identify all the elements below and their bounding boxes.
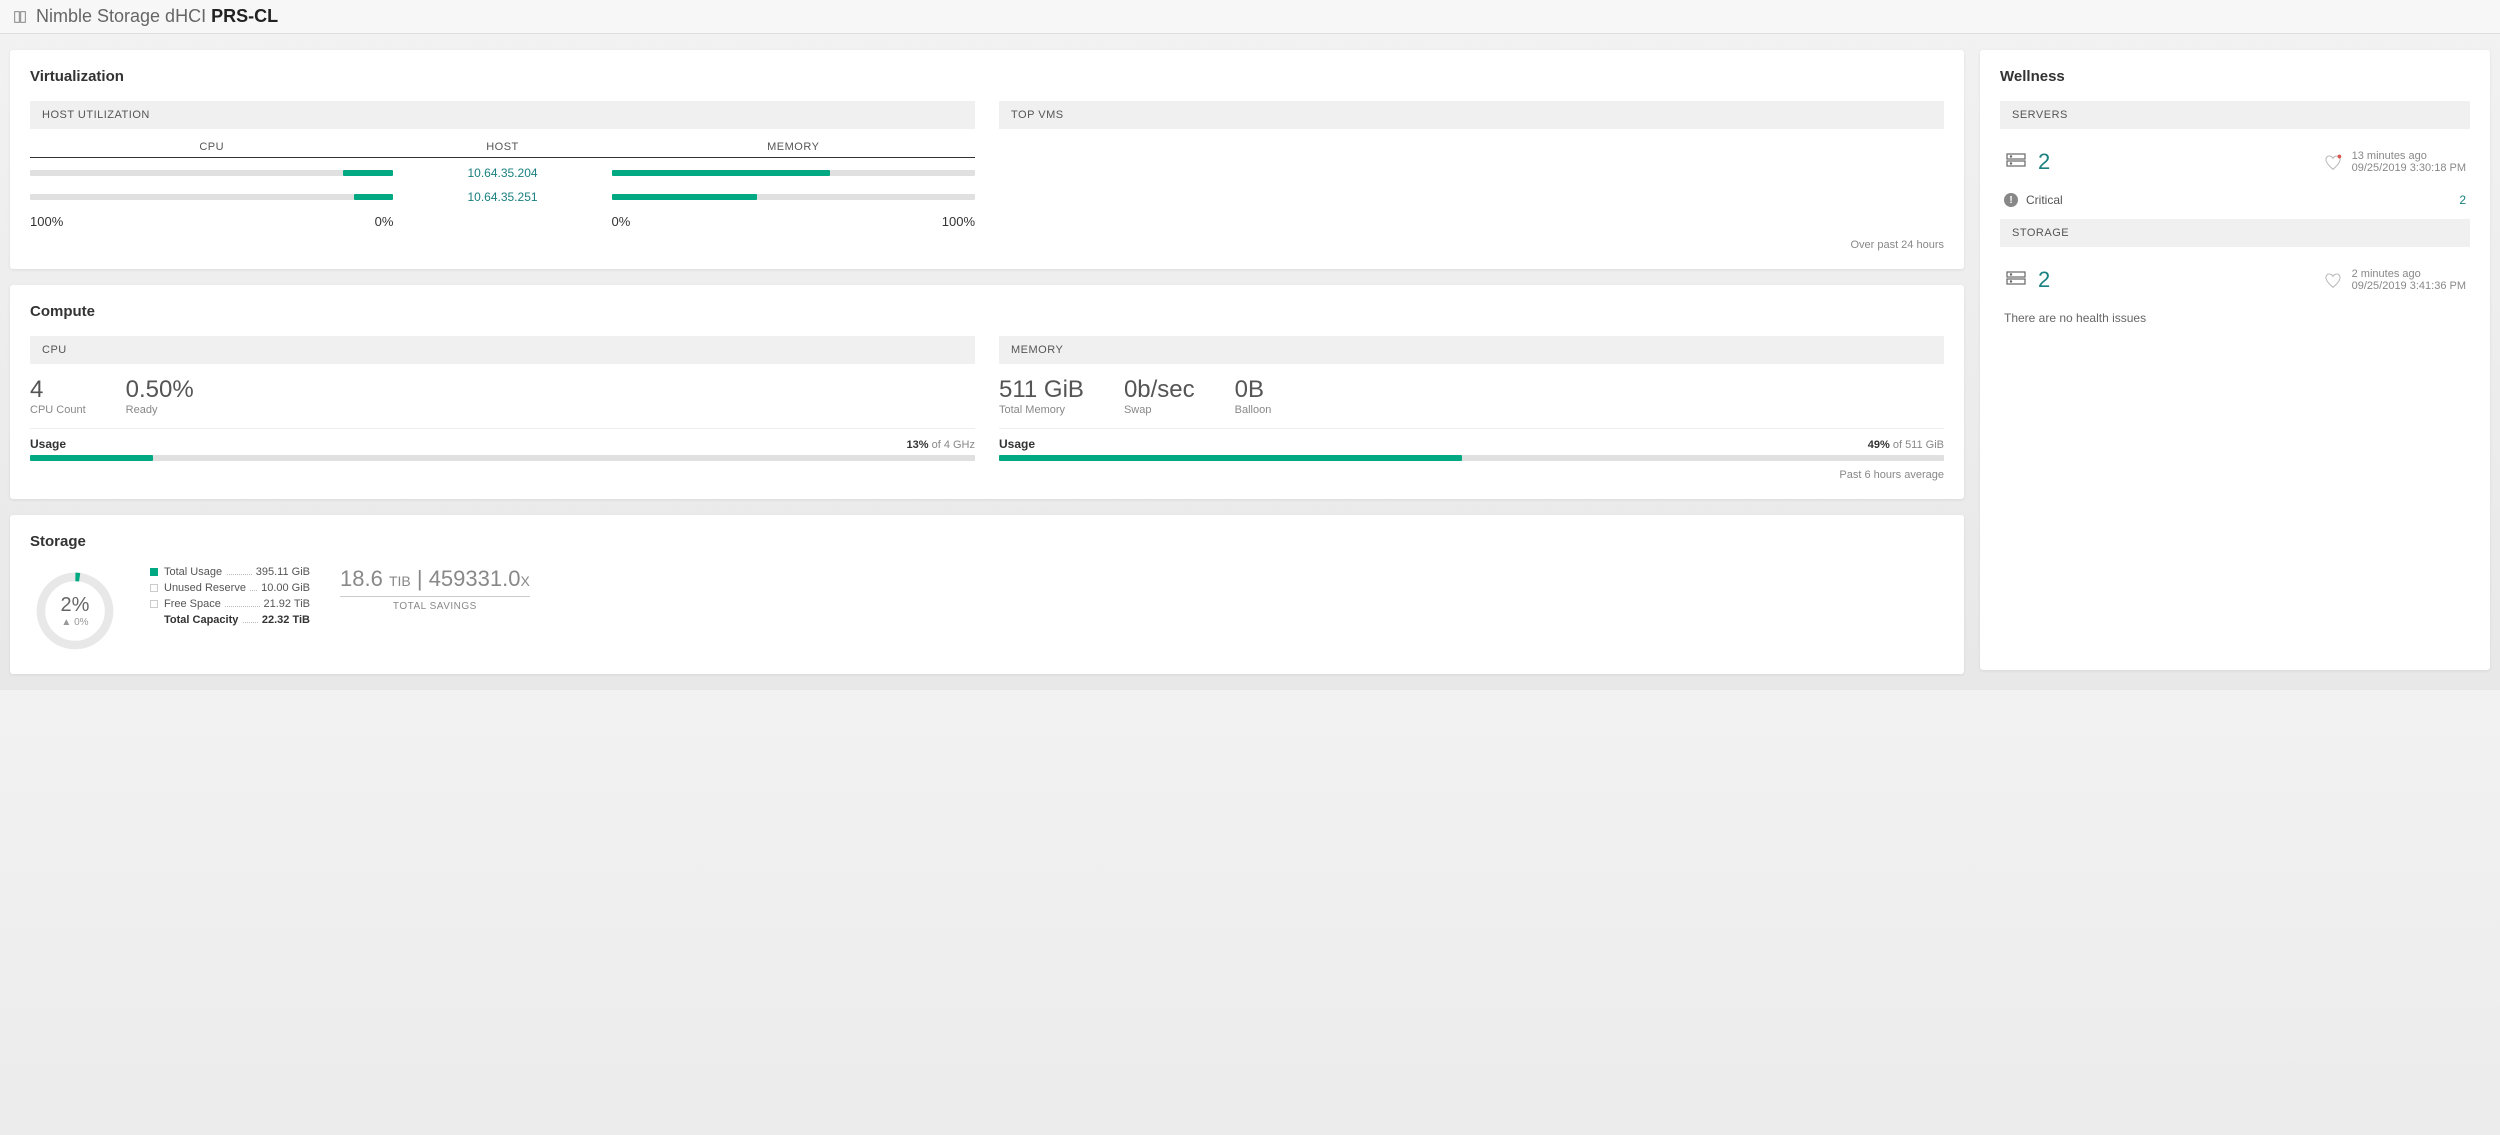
swap-value: 0b/sec xyxy=(1124,376,1195,404)
cpu-ready-label: Ready xyxy=(126,404,194,416)
swap-label: Swap xyxy=(1124,404,1195,416)
memory-usage-label: Usage xyxy=(999,437,1035,451)
storage-legend: Total Usage 395.11 GiB Unused Reserve 10… xyxy=(150,566,310,630)
virtualization-footnote: Over past 24 hours xyxy=(999,239,1944,251)
memory-total-label: Total Memory xyxy=(999,404,1084,416)
storage-card: Storage 2% ▲ 0% Total Usage xyxy=(10,515,1964,674)
critical-count: 2 xyxy=(2459,193,2466,207)
heartbeat-icon xyxy=(2322,269,2344,291)
host-utilization-header: HOST UTILIZATION xyxy=(30,101,975,129)
scale-label: 0% xyxy=(375,214,394,229)
total-savings-label: TOTAL SAVINGS xyxy=(340,601,530,612)
cpu-ready-value: 0.50% xyxy=(126,376,194,404)
scale-label: 100% xyxy=(30,214,63,229)
cpu-header: CPU xyxy=(30,336,975,364)
wellness-title: Wellness xyxy=(2000,68,2470,85)
cpu-bar xyxy=(30,194,393,200)
legend-swatch xyxy=(150,568,158,576)
legend-swatch xyxy=(150,584,158,592)
servers-ago: 13 minutes ago xyxy=(2352,150,2466,162)
legend-label: Unused Reserve xyxy=(164,582,250,594)
virtualization-card: Virtualization HOST UTILIZATION CPU HOST… xyxy=(10,50,1964,269)
total-savings: 18.6 TIB | 459331.0X TOTAL SAVINGS xyxy=(340,566,530,612)
legend-value: 395.11 GiB xyxy=(252,566,310,578)
servers-summary[interactable]: 2 13 minutes ago 09/25/2019 3:30:18 PM xyxy=(2000,141,2470,189)
balloon-value: 0B xyxy=(1235,376,1272,404)
compute-footnote: Past 6 hours average xyxy=(30,469,1944,481)
virtualization-title: Virtualization xyxy=(30,68,1944,85)
host-link[interactable]: 10.64.35.251 xyxy=(393,190,611,204)
stack-icon xyxy=(12,9,28,25)
cpu-count-label: CPU Count xyxy=(30,404,86,416)
memory-usage-bar xyxy=(999,455,1944,461)
legend-label: Free Space xyxy=(164,598,225,610)
col-cpu: CPU xyxy=(30,141,393,153)
storage-ago: 2 minutes ago xyxy=(2352,268,2466,280)
cpu-bar xyxy=(30,170,393,176)
top-vms-header: TOP VMS xyxy=(999,101,1944,129)
storage-icon xyxy=(2004,268,2028,292)
no-health-issues: There are no health issues xyxy=(2000,307,2470,329)
cpu-count-value: 4 xyxy=(30,376,86,404)
donut-percent: 2% xyxy=(61,594,90,617)
storage-donut: 2% ▲ 0% xyxy=(30,566,120,656)
legend-swatch xyxy=(150,600,158,608)
page-title: Nimble Storage dHCI PRS-CL xyxy=(36,6,278,27)
storage-count: 2 xyxy=(2038,267,2050,293)
servers-timestamp: 09/25/2019 3:30:18 PM xyxy=(2352,162,2466,174)
donut-delta: ▲ 0% xyxy=(61,617,90,628)
cpu-usage-bar xyxy=(30,455,975,461)
storage-title: Storage xyxy=(30,533,1944,550)
scale-label: 0% xyxy=(612,214,631,229)
col-memory: MEMORY xyxy=(612,141,975,153)
critical-icon: ! xyxy=(2004,193,2018,207)
col-host: HOST xyxy=(393,141,611,153)
memory-bar xyxy=(612,194,975,200)
wellness-card: Wellness SERVERS 2 13 minutes ago 09/25/… xyxy=(1980,50,2490,670)
storage-header: STORAGE xyxy=(2000,219,2470,247)
legend-label: Total Usage xyxy=(164,566,226,578)
legend-label: Total Capacity xyxy=(164,614,242,626)
compute-title: Compute xyxy=(30,303,1944,320)
cpu-usage-text: 13% of 4 GHz xyxy=(907,439,976,451)
host-utilization-table: CPU HOST MEMORY 10.64.35.204 xyxy=(30,141,975,229)
scale-label: 100% xyxy=(942,214,975,229)
legend-value: 10.00 GiB xyxy=(257,582,310,594)
balloon-label: Balloon xyxy=(1235,404,1272,416)
table-row: 10.64.35.204 xyxy=(30,166,975,180)
host-link[interactable]: 10.64.35.204 xyxy=(393,166,611,180)
memory-usage-text: 49% of 511 GiB xyxy=(1868,439,1944,451)
critical-issue-row[interactable]: ! Critical 2 xyxy=(2000,189,2470,219)
legend-value: 21.92 TiB xyxy=(260,598,310,610)
table-row: 10.64.35.251 xyxy=(30,190,975,204)
memory-total-value: 511 GiB xyxy=(999,376,1084,404)
storage-summary[interactable]: 2 2 minutes ago 09/25/2019 3:41:36 PM xyxy=(2000,259,2470,307)
servers-count: 2 xyxy=(2038,149,2050,175)
breadcrumb: Nimble Storage dHCI PRS-CL xyxy=(0,0,2500,34)
server-icon xyxy=(2004,150,2028,174)
critical-label: Critical xyxy=(2026,193,2063,207)
storage-timestamp: 09/25/2019 3:41:36 PM xyxy=(2352,280,2466,292)
servers-header: SERVERS xyxy=(2000,101,2470,129)
cpu-usage-label: Usage xyxy=(30,437,66,451)
heartbeat-icon xyxy=(2322,151,2344,173)
legend-value: 22.32 TiB xyxy=(258,614,310,626)
memory-header: MEMORY xyxy=(999,336,1944,364)
memory-bar xyxy=(612,170,975,176)
compute-card: Compute CPU 4 CPU Count 0.50% Ready xyxy=(10,285,1964,499)
